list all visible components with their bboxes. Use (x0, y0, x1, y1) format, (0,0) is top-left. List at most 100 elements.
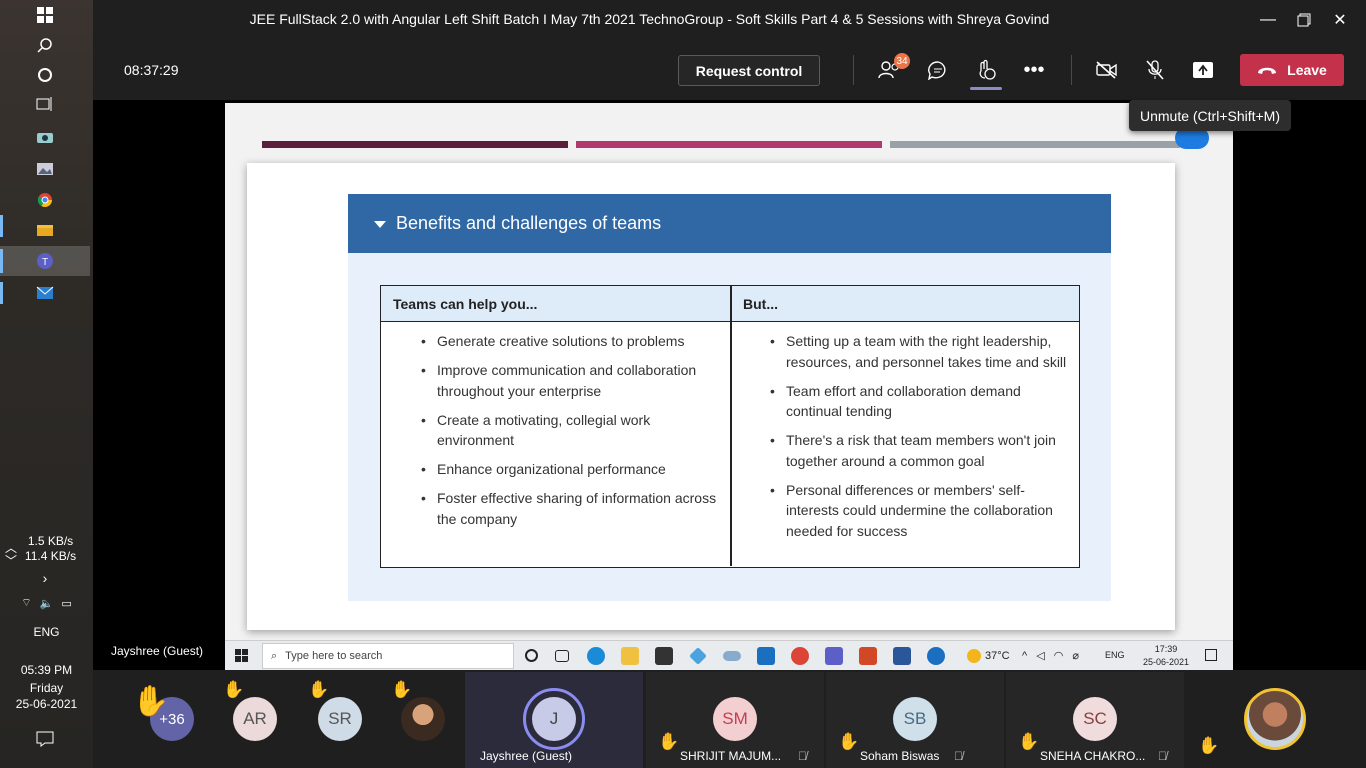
table-header-challenges: But... (731, 286, 1079, 322)
list-item: There's a risk that team members won't j… (770, 430, 1070, 471)
raised-hand-icon: ✋ (838, 732, 860, 751)
raised-hand-icon: ✋ (391, 680, 413, 699)
camera-app-icon[interactable] (0, 122, 90, 152)
divider (1071, 55, 1072, 85)
windows-taskbar: T ︿ 1.5 KB/s ﹀ 11.4 KB/s › ⌔ 🔈 ▭ ENG 05:… (0, 0, 93, 768)
chat-icon[interactable] (924, 57, 952, 83)
mute-tooltip: Unmute (Ctrl+Shift+M) (1129, 100, 1291, 131)
title-bar: JEE FullStack 2.0 with Angular Left Shif… (93, 0, 1366, 40)
accent-bar (576, 141, 882, 148)
temperature: 37°C (985, 650, 1010, 662)
language-indicator[interactable]: ENG (0, 624, 93, 640)
participant-tile-active[interactable]: J Jayshree (Guest) (465, 672, 643, 768)
accordion-header[interactable]: Benefits and challenges of teams (348, 194, 1111, 253)
notifications-icon[interactable] (0, 724, 90, 754)
camera-off-icon[interactable] (1093, 57, 1121, 83)
self-view-tile[interactable]: ✋ (1186, 672, 1366, 768)
mic-off-icon: 🎙̸ (798, 749, 807, 763)
mic-off-icon[interactable] (1141, 57, 1169, 83)
accordion-body: Teams can help you... But... Generate cr… (348, 253, 1111, 601)
participant-name: Soham Biswas (860, 749, 940, 763)
leave-label: Leave (1287, 62, 1327, 78)
participant-tile[interactable]: SB ✋ Soham Biswas 🎙̸ (826, 672, 1004, 768)
search-icon[interactable] (0, 30, 90, 60)
edge-icon (587, 647, 605, 665)
clock-time[interactable]: 05:39 PM (0, 662, 93, 678)
mic-off-icon: 🎙̸ (954, 749, 963, 763)
mic-off-icon: 🎙̸ (1158, 749, 1167, 763)
chrome-icon[interactable] (0, 185, 90, 215)
clock-date: 25-06-2021 (1142, 657, 1190, 667)
app-icon (723, 651, 741, 661)
volume-icon[interactable]: 🔈 (40, 597, 54, 610)
battery-icon[interactable]: ▭ (61, 597, 71, 610)
list-item: Improve communication and collaboration … (421, 360, 721, 401)
list-item: Personal differences or members' self-in… (770, 480, 1070, 542)
request-control-button[interactable]: Request control (678, 55, 820, 86)
participant-tile[interactable]: ✋ (383, 672, 463, 768)
tray-icons[interactable]: ⌔ 🔈 ▭ (0, 588, 93, 618)
restore-icon[interactable] (1289, 6, 1319, 34)
participant-tile[interactable]: AR ✋ (213, 672, 293, 768)
avatar: SC (1073, 697, 1117, 741)
share-screen-icon[interactable] (1189, 57, 1217, 83)
mail-icon (757, 647, 775, 665)
participant-tile[interactable]: SM ✋ SHRIJIT MAJUM... 🎙̸ (646, 672, 824, 768)
weather-icon (967, 649, 981, 663)
list-item: Setting up a team with the right leaders… (770, 331, 1070, 372)
active-indicator (970, 87, 1002, 90)
phone-hangup-icon (1257, 62, 1277, 78)
avatar: AR (233, 697, 277, 741)
wifi-icon[interactable]: ⌔ (21, 596, 31, 610)
more-options-icon[interactable]: ••• (1020, 57, 1048, 83)
minimize-icon[interactable]: — (1253, 6, 1283, 34)
file-explorer-icon[interactable] (0, 215, 90, 245)
windows-start-icon[interactable] (0, 0, 90, 30)
running-indicator (0, 249, 3, 273)
raised-hand-icon: ✋ (1018, 732, 1040, 751)
column-divider (730, 286, 732, 566)
cortana-icon[interactable] (0, 60, 90, 90)
teams-window: JEE FullStack 2.0 with Angular Left Shif… (93, 0, 1366, 768)
mail-app-icon[interactable] (0, 278, 90, 308)
photos-app-icon[interactable] (0, 154, 90, 184)
file-explorer-icon (621, 647, 639, 665)
benefits-table: Teams can help you... But... Generate cr… (380, 285, 1080, 568)
powerpoint-icon (859, 647, 877, 665)
close-icon[interactable]: ✕ (1325, 6, 1355, 34)
raised-hand-icon: ✋ (1198, 736, 1220, 755)
divider (853, 55, 854, 85)
download-speed: 11.4 KB/s (24, 549, 77, 563)
challenges-cell: Setting up a team with the right leaders… (770, 331, 1070, 550)
list-item: Create a motivating, collegial work envi… (421, 410, 721, 451)
content-card: Benefits and challenges of teams Teams c… (247, 163, 1175, 630)
shared-screen: Benefits and challenges of teams Teams c… (93, 100, 1366, 670)
clock-day[interactable]: Friday (0, 680, 93, 696)
participants-count-badge: 34 (894, 53, 910, 69)
running-indicator (0, 215, 3, 237)
raised-hand-icon: ✋ (132, 685, 170, 718)
clock-date[interactable]: 25-06-2021 (0, 696, 93, 712)
avatar: SR (318, 697, 362, 741)
participant-tile[interactable]: SC ✋ SNEHA CHAKRO... 🎙̸ (1006, 672, 1184, 768)
list-item: Generate creative solutions to problems (421, 331, 721, 352)
presenter-name: Jayshree (Guest) (111, 644, 204, 658)
search-icon: ⌕ (271, 649, 278, 662)
panel-title: Benefits and challenges of teams (396, 213, 662, 233)
task-view-icon[interactable] (0, 89, 90, 119)
accent-bar (890, 141, 1180, 148)
clock-time: 17:39 (1154, 644, 1178, 654)
benefits-cell: Generate creative solutions to problems … (421, 331, 721, 538)
shared-search-box: ⌕ Type here to search (262, 643, 514, 669)
participant-name: SNEHA CHAKRO... (1040, 749, 1146, 763)
leave-button[interactable]: Leave (1240, 54, 1344, 86)
reactions-icon[interactable] (972, 57, 1000, 83)
raised-hand-icon: ✋ (223, 680, 245, 699)
overflow-participants-tile[interactable]: +36 ✋ (128, 672, 198, 768)
teams-app-icon[interactable]: T (0, 246, 90, 276)
accent-bar (262, 141, 568, 148)
search-placeholder: Type here to search (285, 650, 383, 662)
participant-name: Jayshree (Guest) (480, 749, 573, 763)
participant-tile[interactable]: SR ✋ (298, 672, 378, 768)
windows-start-icon (235, 649, 248, 665)
